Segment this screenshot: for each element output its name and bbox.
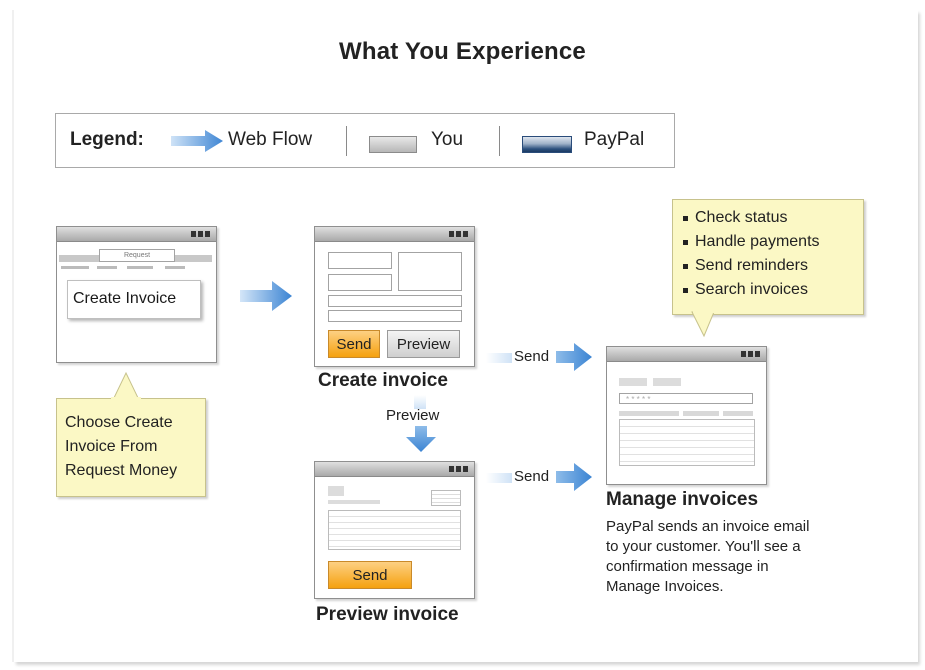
invoices-table [619, 419, 755, 466]
choose-create-note: Choose Create Invoice From Request Money [56, 398, 206, 497]
address-block [431, 490, 461, 506]
legend-item-paypal: PayPal [584, 129, 645, 150]
send-button[interactable]: Send [328, 561, 412, 589]
line-items-table [328, 510, 461, 550]
flow-label-send: Send [514, 468, 550, 485]
form-field[interactable] [398, 252, 462, 291]
window-controls-icon [449, 466, 469, 472]
window-titlebar [315, 227, 474, 242]
send-button[interactable]: Send [328, 330, 380, 358]
tip-item: Send reminders [681, 254, 820, 278]
tip-item: Check status [681, 206, 820, 230]
tip-item: Search invoices [681, 278, 820, 302]
description-line: to your customer. You'll see a [606, 538, 801, 555]
window-controls-icon [191, 231, 211, 237]
pointer-join [693, 311, 716, 313]
manage-tips-note: Check status Handle payments Send remind… [672, 199, 864, 315]
logo-placeholder [328, 486, 344, 496]
manage-invoices-caption: Manage invoices [606, 489, 759, 510]
form-field[interactable] [328, 295, 462, 307]
note-line: Request Money [65, 462, 178, 479]
window-titlebar [607, 347, 766, 362]
send-arrow-icon [556, 463, 592, 491]
gray-swatch-icon [369, 136, 417, 153]
preview-button[interactable]: Preview [387, 330, 460, 358]
form-field[interactable] [328, 252, 392, 269]
preview-invoice-caption: Preview invoice [316, 604, 459, 625]
form-field[interactable] [328, 310, 462, 322]
web-flow-arrow-icon [240, 281, 292, 311]
flow-tail [486, 473, 512, 483]
legend-divider [346, 126, 347, 156]
legend-label: Legend: [70, 129, 144, 150]
table-header [619, 411, 753, 416]
form-field[interactable] [328, 274, 392, 291]
window-controls-icon [741, 351, 761, 357]
description-line: confirmation message in [606, 558, 769, 575]
window-titlebar [57, 227, 216, 242]
create-invoice-window: Send Preview [314, 226, 475, 367]
subnav-item [165, 266, 185, 269]
legend: Legend: Web Flow You PayPal [55, 113, 675, 168]
manage-invoices-description: PayPal sends an invoice email to your cu… [606, 517, 809, 597]
preview-arrow-icon [406, 426, 436, 452]
text-line [328, 500, 380, 504]
description-line: PayPal sends an invoice email [606, 518, 810, 535]
flow-label-send: Send [514, 348, 550, 365]
preview-invoice-window: Send [314, 461, 475, 599]
note-line: Choose Create [65, 414, 173, 431]
manage-invoices-window: * * * * * [606, 346, 767, 485]
header-text [653, 378, 681, 386]
flow-label-preview: Preview [386, 407, 440, 424]
window-controls-icon [449, 231, 469, 237]
create-invoice-caption: Create invoice [318, 370, 448, 391]
window-titlebar [315, 462, 474, 477]
blue-swatch-icon [522, 136, 572, 153]
note-pointer [691, 311, 715, 338]
header-text [619, 378, 647, 386]
search-field[interactable]: * * * * * [619, 393, 753, 404]
legend-item-web-flow: Web Flow [228, 129, 313, 150]
callout-label: Create Invoice [73, 290, 177, 307]
flow-tail [486, 353, 512, 363]
subnav-item [97, 266, 117, 269]
diagram-title: What You Experience [339, 38, 586, 65]
create-invoice-callout[interactable]: Create Invoice [67, 280, 201, 319]
note-line: Invoice From [65, 438, 158, 455]
blue-arrow-icon [171, 130, 223, 152]
subnav-item [61, 266, 89, 269]
subnav-item [127, 266, 153, 269]
send-arrow-icon [556, 343, 592, 371]
tip-item: Handle payments [681, 230, 820, 254]
request-tab: Request [99, 249, 175, 262]
pointer-join [111, 397, 141, 399]
legend-divider [499, 126, 500, 156]
description-line: Manage Invoices. [606, 578, 724, 595]
legend-item-you: You [431, 129, 464, 150]
